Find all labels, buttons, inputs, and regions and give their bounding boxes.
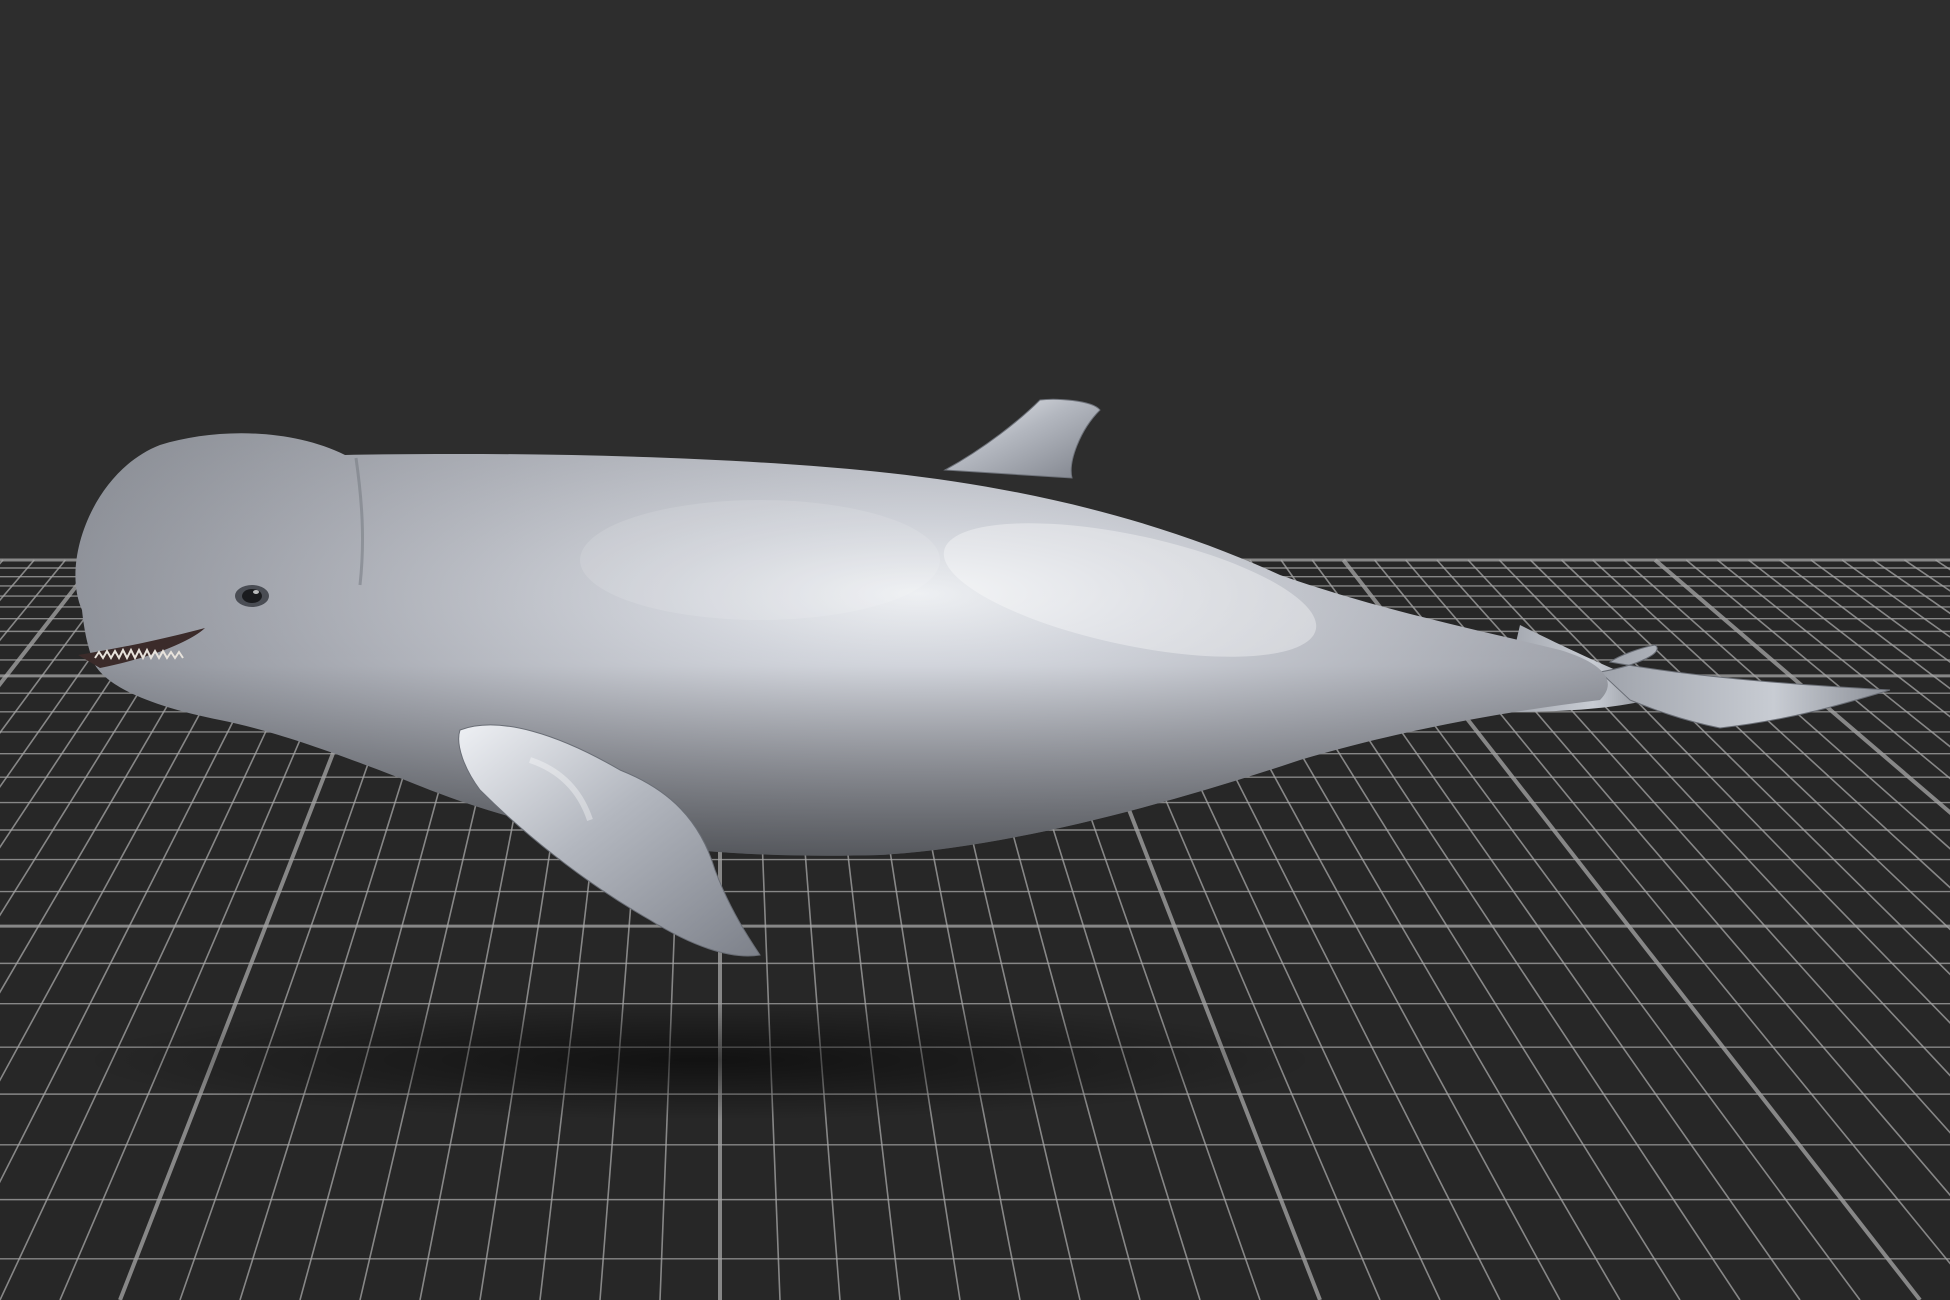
body-highlight-secondary: [580, 500, 940, 620]
scene-canvas[interactable]: [0, 0, 1950, 1300]
model-shadow: [80, 1000, 1320, 1120]
3d-viewport[interactable]: [0, 0, 1950, 1300]
whale-eye-pupil: [242, 589, 262, 603]
whale-eye-glint: [253, 590, 259, 594]
